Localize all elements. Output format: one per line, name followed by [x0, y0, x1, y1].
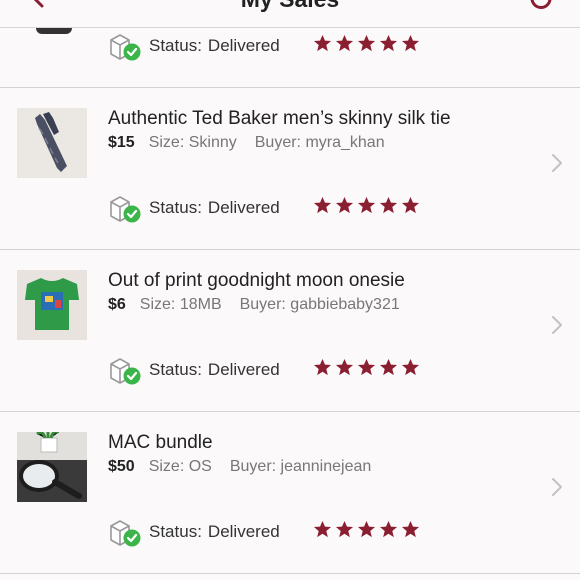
sale-row[interactable]: MAC bundle $50 Size: OS Buyer: jeanninejea… — [0, 412, 580, 574]
chevron-right-icon[interactable] — [550, 476, 564, 498]
star-icon — [401, 358, 420, 376]
status-value: Delivered — [207, 522, 280, 541]
item-title[interactable]: MAC bundle — [108, 432, 213, 454]
star-icon — [313, 520, 332, 538]
star-icon — [357, 520, 376, 538]
star-icon — [379, 34, 398, 52]
mirror-photo-icon — [17, 432, 87, 502]
delivered-box-icon — [110, 520, 141, 547]
delivered-box-icon — [110, 34, 141, 61]
status-value: Delivered — [207, 36, 280, 55]
onesie-photo-icon — [17, 270, 87, 340]
status-row: Status: Delivered — [108, 518, 428, 548]
item-price: $6 — [108, 296, 126, 313]
status-label: Status: — [149, 198, 202, 217]
star-icon — [335, 358, 354, 376]
tie-thumbnail — [17, 108, 87, 178]
status-label: Status: — [149, 36, 202, 55]
mirror-thumbnail — [17, 432, 87, 502]
status-value: Delivered — [207, 360, 280, 379]
star-icon — [313, 34, 332, 52]
item-price: $50 — [108, 458, 135, 475]
rating-stars — [313, 520, 423, 540]
thumbnail-fragment — [36, 28, 72, 34]
tie-photo-icon — [17, 108, 87, 178]
star-icon — [357, 196, 376, 214]
star-icon — [335, 520, 354, 538]
star-icon — [313, 196, 332, 214]
status-row: Status: Delivered — [108, 356, 428, 386]
item-title[interactable]: Authentic Ted Baker men’s skinny silk ti… — [108, 108, 451, 130]
item-size: Size: 18MB — [139, 296, 222, 313]
item-size: Size: OS — [148, 458, 212, 475]
delivered-box-icon — [110, 196, 141, 223]
star-icon — [313, 358, 332, 376]
item-title[interactable]: Out of print goodnight moon onesie — [108, 270, 405, 292]
star-icon — [401, 196, 420, 214]
rating-stars — [313, 34, 423, 54]
rating-stars — [313, 196, 423, 216]
item-meta: $50 Size: OS Buyer: jeanninejean — [108, 458, 371, 476]
chevron-right-icon[interactable] — [550, 152, 564, 174]
chevron-right-icon[interactable] — [550, 314, 564, 336]
status-label: Status: — [149, 360, 202, 379]
star-icon — [335, 34, 354, 52]
item-buyer: Buyer: jeanninejean — [229, 458, 372, 475]
item-price: $15 — [108, 134, 135, 151]
star-icon — [335, 196, 354, 214]
status-label: Status: — [149, 522, 202, 541]
sale-row[interactable]: Authentic Ted Baker men’s skinny silk ti… — [0, 88, 580, 250]
status-row: Status: Delivered — [108, 32, 428, 62]
star-icon — [379, 520, 398, 538]
sale-row[interactable]: Out of print goodnight moon onesie $6 Siz… — [0, 250, 580, 412]
star-icon — [357, 358, 376, 376]
delivered-box-icon — [110, 358, 141, 385]
item-buyer: Buyer: myra_khan — [254, 134, 385, 151]
item-meta: $6 Size: 18MB Buyer: gabbiebaby321 — [108, 296, 400, 314]
sale-row-partial[interactable]: Status: Delivered — [0, 0, 580, 88]
onesie-thumbnail — [17, 270, 87, 340]
star-icon — [401, 34, 420, 52]
rating-stars — [313, 358, 423, 378]
star-icon — [379, 358, 398, 376]
star-icon — [357, 34, 376, 52]
star-icon — [401, 520, 420, 538]
status-row: Status: Delivered — [108, 194, 428, 224]
item-meta: $15 Size: Skinny Buyer: myra_khan — [108, 134, 385, 152]
status-value: Delivered — [207, 198, 280, 217]
star-icon — [379, 196, 398, 214]
item-size: Size: Skinny — [148, 134, 237, 151]
item-buyer: Buyer: gabbiebaby321 — [239, 296, 400, 313]
